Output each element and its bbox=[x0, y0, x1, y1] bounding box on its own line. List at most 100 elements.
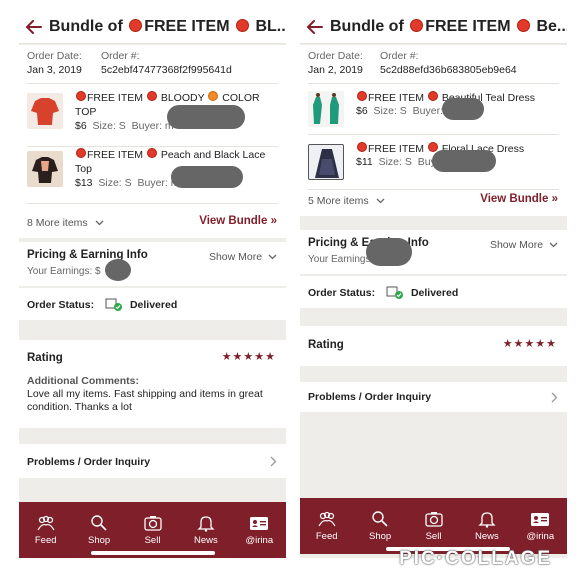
divider bbox=[308, 189, 559, 190]
back-arrow-icon bbox=[307, 19, 323, 34]
redaction-blob bbox=[366, 238, 412, 266]
item-price: $13 bbox=[75, 177, 93, 189]
orange-icon bbox=[208, 91, 219, 101]
title-mid: FREE ITEM bbox=[144, 17, 234, 35]
title-mid: FREE ITEM bbox=[425, 17, 515, 35]
title-prefix: Bundle of bbox=[330, 17, 409, 35]
item-thumbnail bbox=[308, 144, 344, 180]
order-status-section: Order Status: Delivered bbox=[300, 276, 567, 308]
order-date-label: Order Date: bbox=[27, 50, 82, 62]
divider bbox=[27, 203, 278, 204]
problems-row[interactable]: Problems / Order Inquiry bbox=[300, 382, 567, 412]
show-more-toggle[interactable]: Show More bbox=[209, 251, 277, 263]
item-size: Size: S bbox=[98, 177, 132, 189]
item-buyer: Buyer: bbox=[412, 105, 443, 117]
tab-feed[interactable]: Feed bbox=[300, 498, 353, 554]
order-number: 5c2ebf47477368f2f995641d bbox=[101, 64, 232, 76]
tab-shop[interactable]: Shop bbox=[72, 502, 125, 558]
feed-icon bbox=[318, 511, 336, 527]
item-meta: $6 Size: S Buyer: m bbox=[75, 120, 174, 132]
title-suffix: Be... bbox=[532, 17, 567, 35]
bundle-header: Bundle of FREE ITEM BL... bbox=[19, 10, 286, 44]
bundle-item[interactable]: FREE ITEM Floral Lace Dress $11 Size: S … bbox=[300, 140, 567, 186]
comments-label: Additional Comments: bbox=[27, 375, 139, 387]
item-price: $6 bbox=[356, 105, 368, 117]
divider bbox=[308, 83, 559, 84]
bundle-item[interactable]: FREE ITEM BLOODY COLOR TOP $6 Size: S Buy… bbox=[19, 91, 286, 141]
order-date: Jan 3, 2019 bbox=[27, 64, 82, 76]
bundle-item[interactable]: FREE ITEM Peach and Black Lace Top $13 Si… bbox=[19, 148, 286, 198]
rating-section: Rating ★★★★★ bbox=[300, 326, 567, 366]
more-items-toggle[interactable]: 5 More items bbox=[308, 195, 385, 207]
tab-feed[interactable]: Feed bbox=[19, 502, 72, 558]
show-more-toggle[interactable]: Show More bbox=[490, 239, 558, 251]
red-circle-icon bbox=[357, 142, 367, 152]
page-title: Bundle of FREE ITEM Be... bbox=[330, 18, 567, 36]
order-date-block: Order Date: Jan 3, 2019 bbox=[27, 50, 82, 76]
bell-icon bbox=[197, 516, 215, 532]
tab-label: Feed bbox=[315, 531, 338, 542]
chevron-right-icon bbox=[551, 392, 558, 403]
tab-news[interactable]: News bbox=[179, 502, 232, 558]
redaction-blob bbox=[105, 259, 131, 281]
page-title: Bundle of FREE ITEM BL... bbox=[49, 18, 286, 36]
chevron-down-icon bbox=[549, 242, 558, 248]
rating-section: Rating ★★★★★ Additional Comments: Love a… bbox=[19, 340, 286, 428]
red-circle-icon bbox=[146, 91, 157, 101]
item-meta: $13 Size: S Buyer: m bbox=[75, 177, 180, 189]
red-circle-icon bbox=[76, 91, 86, 101]
divider bbox=[27, 146, 278, 147]
bundle-header: Bundle of FREE ITEM Be... bbox=[300, 10, 567, 44]
chevron-down-icon bbox=[268, 254, 277, 260]
back-button[interactable] bbox=[300, 10, 330, 44]
item-thumbnail bbox=[27, 93, 63, 129]
red-circle-icon bbox=[427, 142, 438, 152]
rating-label: Rating bbox=[27, 352, 63, 364]
order-status-section: Order Status: Delivered bbox=[19, 288, 286, 320]
tab-news[interactable]: News bbox=[460, 498, 513, 554]
order-number-label: Order #: bbox=[380, 50, 419, 62]
left-screenshot: Bundle of FREE ITEM BL... Order Date: Ja… bbox=[19, 10, 286, 558]
title-prefix: Bundle of bbox=[49, 17, 128, 35]
tab-shop[interactable]: Shop bbox=[353, 498, 406, 554]
item-meta: $6 Size: S Buyer: bbox=[356, 105, 443, 117]
red-circle-icon bbox=[146, 148, 157, 158]
tab-sell[interactable]: Sell bbox=[407, 498, 460, 554]
tab-profile[interactable]: @irina bbox=[514, 498, 567, 554]
tab-label: Shop bbox=[88, 535, 111, 546]
tab-sell[interactable]: Sell bbox=[126, 502, 179, 558]
view-bundle-link[interactable]: View Bundle » bbox=[199, 215, 277, 227]
item-size: Size: S bbox=[378, 156, 412, 168]
tab-label: News bbox=[194, 535, 218, 546]
delivered-box-icon bbox=[386, 286, 404, 299]
red-circle-icon bbox=[357, 91, 367, 101]
order-status: Delivered bbox=[129, 299, 178, 311]
tab-bar: Feed Shop Sell News @irina bbox=[19, 502, 286, 558]
pricing-section[interactable]: Pricing & Earning Info Show More Your Ea… bbox=[300, 230, 567, 274]
order-status-row: Order Status: Delivered bbox=[308, 285, 458, 299]
profile-card-icon bbox=[531, 513, 550, 526]
red-circle-icon bbox=[129, 18, 143, 32]
your-earnings: Your Earnings bbox=[308, 254, 371, 265]
bell-icon bbox=[478, 512, 496, 528]
redaction-blob bbox=[167, 105, 245, 129]
camera-icon bbox=[424, 512, 443, 527]
problems-label: Problems / Order Inquiry bbox=[308, 391, 432, 403]
bundle-item[interactable]: FREE ITEM Beautiful Teal Dress $6 Size: … bbox=[300, 89, 567, 135]
view-bundle-link[interactable]: View Bundle » bbox=[480, 193, 558, 205]
pic-collage-watermark: PIC·COLLAGE bbox=[399, 548, 552, 569]
tab-label: Shop bbox=[369, 531, 392, 542]
search-icon bbox=[91, 515, 107, 531]
pricing-section[interactable]: Pricing & Earning Info Show More Your Ea… bbox=[19, 242, 286, 286]
back-arrow-icon bbox=[26, 19, 42, 34]
tab-label: Sell bbox=[144, 535, 161, 546]
order-status: Delivered bbox=[410, 287, 459, 299]
tab-profile[interactable]: @irina bbox=[233, 502, 286, 558]
more-items-toggle[interactable]: 8 More items bbox=[27, 217, 104, 229]
problems-row[interactable]: Problems / Order Inquiry bbox=[19, 444, 286, 478]
back-button[interactable] bbox=[19, 10, 49, 44]
chevron-down-icon bbox=[376, 198, 385, 204]
chevron-down-icon bbox=[95, 220, 104, 226]
divider bbox=[308, 134, 559, 135]
pricing-title: Pricing & Earning Info bbox=[27, 249, 148, 261]
